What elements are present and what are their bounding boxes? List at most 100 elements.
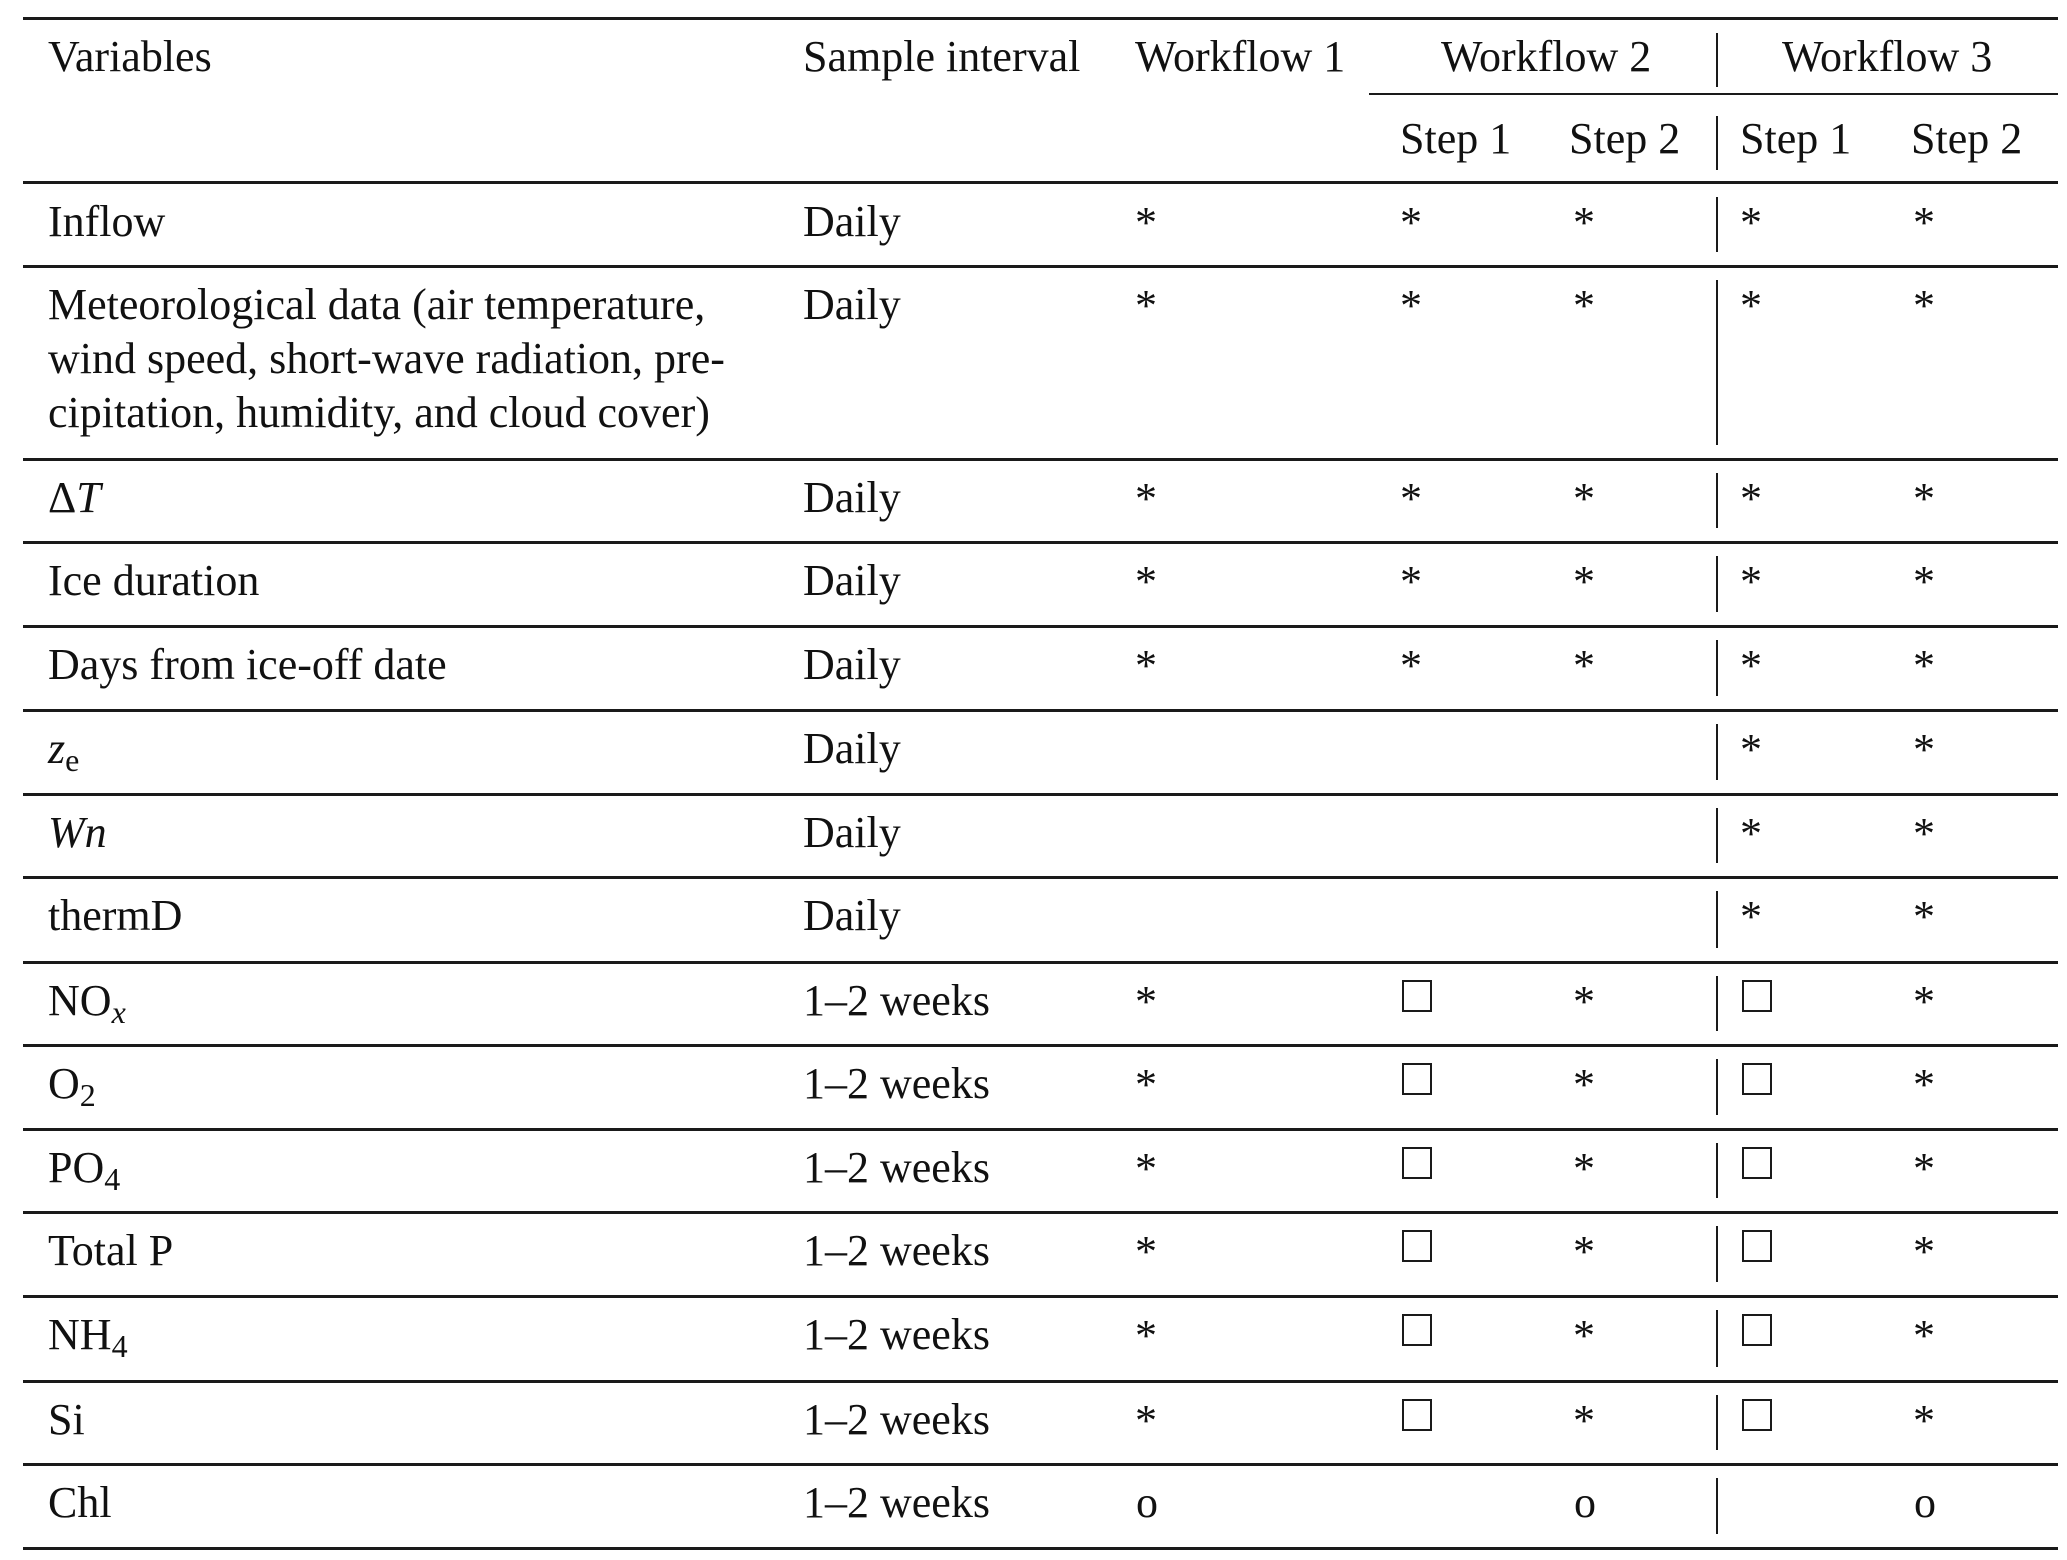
sample-interval-cell: Daily [803, 473, 901, 522]
variable-main: O [48, 1059, 80, 1108]
used-asterisk-icon: * [1913, 557, 1935, 606]
variable-cell: PO4 [48, 1141, 120, 1195]
sample-interval-cell: Daily [803, 280, 901, 329]
used-asterisk-icon: * [1135, 557, 1157, 606]
used-asterisk-icon: * [1913, 1396, 1935, 1445]
not-used-box-icon [1742, 1314, 1772, 1346]
workflow-divider [1716, 1059, 1718, 1115]
used-asterisk-icon: * [1740, 474, 1762, 523]
row-rule [23, 793, 2058, 796]
workflow-divider [1716, 640, 1718, 696]
workflow-divider [1716, 197, 1718, 252]
used-asterisk-icon: * [1135, 977, 1157, 1026]
sample-interval-cell: 1–2 weeks [803, 1395, 990, 1444]
not-used-box-icon [1742, 1063, 1772, 1095]
sample-interval-cell: Daily [803, 808, 901, 857]
used-asterisk-icon: * [1913, 1060, 1935, 1109]
sample-interval-cell: 1–2 weeks [803, 1478, 990, 1527]
variable-main: NO [48, 976, 112, 1025]
row-rule [23, 1128, 2058, 1131]
variable-cell: Days from ice-off date [48, 640, 447, 689]
used-asterisk-icon: * [1135, 281, 1157, 330]
used-asterisk-icon: * [1740, 641, 1762, 690]
row-rule [23, 1380, 2058, 1383]
sample-interval-cell: 1–2 weeks [803, 1226, 990, 1275]
not-used-box-icon [1742, 1399, 1772, 1431]
sample-interval-cell: Daily [803, 724, 901, 773]
header-bottom-rule [23, 181, 2058, 184]
used-asterisk-icon: * [1135, 1144, 1157, 1193]
workflow2-3-underline [1369, 93, 2058, 95]
used-asterisk-icon: * [1400, 641, 1422, 690]
not-used-box-icon [1402, 1399, 1432, 1431]
header-wf2-step-1: Step 1 [1400, 114, 1512, 163]
used-asterisk-icon: * [1913, 641, 1935, 690]
variable-cell: ΔT [48, 471, 101, 525]
row-rule [23, 961, 2058, 964]
row-rule [23, 709, 2058, 712]
variable-subscript: 2 [79, 1077, 96, 1113]
used-asterisk-icon: * [1573, 281, 1595, 330]
used-asterisk-icon: * [1740, 892, 1762, 941]
variable-main: Δ [48, 473, 77, 522]
not-used-box-icon [1742, 1147, 1772, 1179]
used-asterisk-icon: * [1740, 725, 1762, 774]
row-rule [23, 265, 2058, 268]
row-rule [23, 458, 2058, 461]
used-asterisk-icon: * [1913, 198, 1935, 247]
variable-cell: Chl [48, 1478, 112, 1527]
variable-line: cipitation, humidity, and cloud cover) [48, 388, 710, 437]
top-rule [23, 17, 2058, 20]
variable-subscript: e [65, 742, 80, 778]
used-asterisk-icon: * [1573, 1060, 1595, 1109]
header-variables: Variables [48, 32, 212, 81]
used-asterisk-icon: * [1913, 474, 1935, 523]
used-asterisk-icon: * [1913, 892, 1935, 941]
variable-cell: NH4 [48, 1308, 128, 1362]
sample-interval-cell: Daily [803, 197, 901, 246]
row-rule [23, 1295, 2058, 1298]
variable-main: z [48, 724, 66, 773]
variable-cell: Inflow [48, 197, 166, 246]
used-asterisk-icon: * [1400, 474, 1422, 523]
used-asterisk-icon: * [1135, 1227, 1157, 1276]
row-rule [23, 876, 2058, 879]
used-asterisk-icon: * [1135, 474, 1157, 523]
variable-subscript: 4 [111, 1328, 128, 1364]
used-asterisk-icon: * [1573, 1396, 1595, 1445]
not-used-box-icon [1402, 1063, 1432, 1095]
workflow-divider [1716, 1395, 1718, 1450]
used-asterisk-icon: * [1573, 1227, 1595, 1276]
variable-subscript: 4 [104, 1161, 121, 1197]
variable-cell: O2 [48, 1057, 96, 1111]
workflow-divider [1716, 976, 1718, 1031]
not-used-box-icon [1402, 980, 1432, 1012]
workflow-divider [1716, 556, 1718, 612]
used-asterisk-icon: * [1913, 281, 1935, 330]
used-asterisk-icon: * [1740, 198, 1762, 247]
row-rule [23, 541, 2058, 544]
row-rule [23, 625, 2058, 628]
header-workflow-1: Workflow 1 [1135, 32, 1346, 81]
optional-circle-icon: o [1914, 1478, 1936, 1527]
used-asterisk-icon: * [1573, 977, 1595, 1026]
variable-italic: T [76, 473, 101, 522]
header-wf2-step-2: Step 2 [1569, 114, 1681, 163]
used-asterisk-icon: * [1573, 557, 1595, 606]
used-asterisk-icon: * [1135, 641, 1157, 690]
header-workflow-3: Workflow 3 [1782, 32, 1993, 81]
used-asterisk-icon: * [1913, 809, 1935, 858]
variable-line: Meteorological data (air temperature, [48, 280, 706, 329]
variable-cell: Ice duration [48, 556, 260, 605]
not-used-box-icon [1402, 1314, 1432, 1346]
used-asterisk-icon: * [1913, 1227, 1935, 1276]
header-workflow-2: Workflow 2 [1441, 32, 1652, 81]
workflow-divider [1716, 1310, 1718, 1367]
used-asterisk-icon: * [1740, 557, 1762, 606]
used-asterisk-icon: * [1400, 198, 1422, 247]
used-asterisk-icon: * [1135, 1060, 1157, 1109]
workflow-divider [1716, 33, 1718, 87]
used-asterisk-icon: * [1913, 1144, 1935, 1193]
header-wf3-step-2: Step 2 [1911, 114, 2023, 163]
used-asterisk-icon: * [1400, 557, 1422, 606]
